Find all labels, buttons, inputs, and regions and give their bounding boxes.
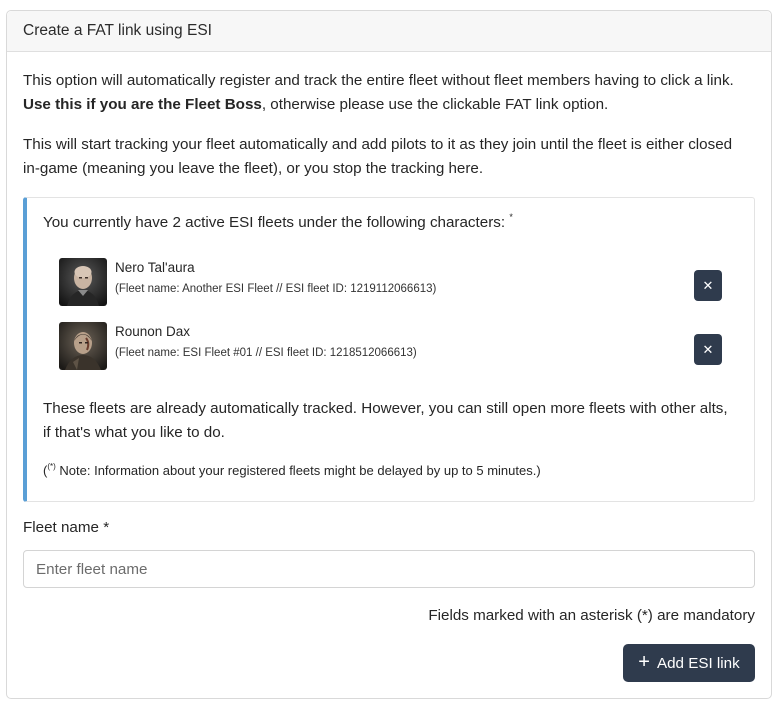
plus-icon: +	[638, 651, 650, 673]
active-fleets-callout: You currently have 2 active ESI fleets u…	[23, 197, 755, 502]
card-header: Create a FAT link using ESI	[7, 11, 771, 52]
fleet-list-item: Nero Tal'aura (Fleet name: Another ESI F…	[59, 256, 729, 306]
fleet-name-input[interactable]	[23, 550, 755, 588]
add-esi-link-button[interactable]: + Add ESI link	[623, 644, 755, 682]
fleet-name-label: Fleet name *	[23, 519, 110, 536]
tracked-fleets-text: These fleets are already automatically t…	[43, 400, 728, 441]
intro-paragraph-1: This option will automatically register …	[23, 69, 753, 117]
character-portrait	[59, 322, 107, 370]
note-text: Note: Information about your registered …	[55, 463, 541, 478]
note-asterisk-marker: (*)	[47, 462, 56, 471]
intro-paragraph-2: This will start tracking your fleet auto…	[23, 136, 733, 177]
active-fleets-title: You currently have 2 active ESI fleets u…	[43, 212, 513, 231]
asterisk-marker: *	[509, 212, 513, 222]
mandatory-fields-note: Fields marked with an asterisk (*) are m…	[428, 607, 755, 624]
fleet-details: (Fleet name: ESI Fleet #01 // ESI fleet …	[115, 347, 417, 359]
intro-bold-text: Use this if you are the Fleet Boss	[23, 96, 262, 113]
fleet-list-item: Rounon Dax (Fleet name: ESI Fleet #01 //…	[59, 320, 729, 370]
close-icon: ✕	[702, 341, 714, 357]
add-esi-link-label: Add ESI link	[656, 654, 740, 672]
active-fleets-title-text: You currently have 2 active ESI fleets u…	[43, 214, 506, 231]
fleet-details: (Fleet name: Another ESI Fleet // ESI fl…	[115, 283, 437, 295]
remove-fleet-button[interactable]: ✕	[694, 270, 722, 301]
card-title: Create a FAT link using ESI	[23, 22, 212, 39]
delay-note: ((*) Note: Information about your regist…	[43, 462, 541, 478]
character-name: Rounon Dax	[115, 324, 191, 339]
close-icon: ✕	[702, 277, 714, 293]
intro-text-start: This option will automatically register …	[23, 72, 734, 89]
character-portrait	[59, 258, 107, 306]
esi-fat-link-card: Create a FAT link using ESI This option …	[6, 10, 772, 699]
remove-fleet-button[interactable]: ✕	[694, 334, 722, 365]
character-name: Nero Tal'aura	[115, 260, 195, 275]
intro-text-end: , otherwise please use the clickable FAT…	[261, 96, 609, 113]
